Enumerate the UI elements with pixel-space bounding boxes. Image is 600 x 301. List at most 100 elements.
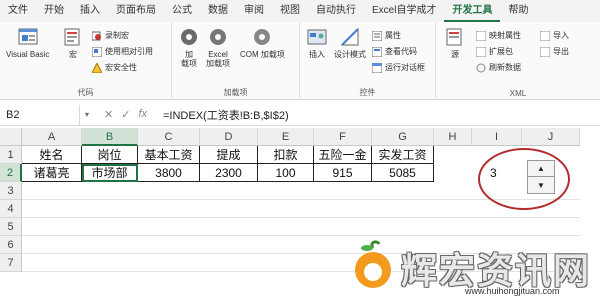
column-header-b[interactable]: B (82, 128, 138, 146)
row-header-7[interactable]: 7 (0, 254, 22, 272)
cell-c2[interactable]: 3800 (138, 164, 200, 182)
view-code-icon (372, 46, 382, 57)
column-header-h[interactable]: H (434, 128, 472, 146)
controls-group-label: 控件 (359, 88, 376, 97)
excel-addins-button[interactable]: Excel 加载项 (206, 26, 230, 68)
cell-a1[interactable]: 姓名 (22, 146, 82, 164)
column-header-e[interactable]: E (258, 128, 314, 146)
column-header-g[interactable]: G (372, 128, 434, 146)
export-button[interactable]: 导出 (540, 46, 569, 57)
import-button[interactable]: 导入 (540, 30, 569, 41)
run-dialog-button[interactable]: 运行对话框 (372, 62, 425, 73)
name-box[interactable]: B2 (0, 104, 80, 125)
macro-button[interactable]: 宏 (62, 26, 84, 59)
cell-e2[interactable]: 100 (258, 164, 314, 182)
cell-c1[interactable]: 基本工资 (138, 146, 200, 164)
com-addins-icon (254, 29, 271, 45)
record-macro-button[interactable]: 录制宏 (92, 30, 129, 41)
orange-logo-icon (355, 240, 391, 288)
cancel-icon[interactable]: ✕ (104, 108, 113, 121)
select-all-corner[interactable] (0, 128, 22, 146)
export-label: 导出 (553, 47, 569, 56)
export-icon (540, 46, 550, 57)
controls-group: 插入 设计模式 属性 查看代码 运行对话框 控件 (300, 22, 436, 100)
design-mode-button[interactable]: 设计模式 (334, 26, 366, 59)
highlight-oval (478, 148, 570, 210)
refresh-icon (476, 63, 486, 72)
view-code-button[interactable]: 查看代码 (372, 46, 417, 57)
column-header-i[interactable]: I (472, 128, 522, 146)
xml-group: 源 映射属性 扩展包 刷新数据 导入 导出 XML (436, 22, 600, 100)
tab-home[interactable]: 开始 (36, 0, 72, 22)
cell-a2[interactable]: 诸葛亮 (22, 164, 82, 182)
insert-control-button[interactable]: 插入 (306, 26, 328, 59)
column-header-f[interactable]: F (314, 128, 372, 146)
map-properties-button[interactable]: 映射属性 (476, 30, 521, 41)
cell-d2[interactable]: 2300 (200, 164, 258, 182)
formula-buttons: ✕ ✓ fx (94, 108, 157, 121)
macro-security-button[interactable]: 宏安全性 (92, 62, 137, 73)
code-group-label: 代码 (77, 88, 94, 97)
addins-group: 加 载项 Excel 加载项 COM 加载项 加载项 (172, 22, 300, 100)
formula-input[interactable]: =INDEX(工资表!B:B,$I$2) (157, 107, 289, 123)
cell-b2[interactable]: 市场部 (82, 164, 138, 182)
cell-f1[interactable]: 五险一金 (314, 146, 372, 164)
insert-control-label: 插入 (309, 50, 325, 59)
tab-insert[interactable]: 插入 (72, 0, 108, 22)
cell-d1[interactable]: 提成 (200, 146, 258, 164)
tab-file[interactable]: 文件 (0, 0, 36, 22)
enter-icon[interactable]: ✓ (121, 108, 130, 121)
source-button[interactable]: 源 (444, 26, 466, 59)
tab-data[interactable]: 数据 (200, 0, 236, 22)
row-header-4[interactable]: 4 (0, 200, 22, 218)
relative-reference-label: 使用相对引用 (105, 47, 153, 56)
addins-label: 加 载项 (181, 50, 197, 68)
expansion-pack-label: 扩展包 (489, 47, 513, 56)
source-label: 源 (451, 50, 459, 59)
expansion-pack-button[interactable]: 扩展包 (476, 46, 513, 57)
addins-button[interactable]: 加 载项 (178, 26, 200, 68)
tab-review[interactable]: 审阅 (236, 0, 272, 22)
watermark-url: www.huihongjituan.com (465, 286, 560, 296)
tab-formulas[interactable]: 公式 (164, 0, 200, 22)
row-header-6[interactable]: 6 (0, 236, 22, 254)
cell-g2[interactable]: 5085 (372, 164, 434, 182)
excel-addins-icon (210, 29, 226, 45)
refresh-data-button[interactable]: 刷新数据 (476, 62, 521, 73)
column-header-j[interactable]: J (522, 128, 580, 146)
cell-b1[interactable]: 岗位 (82, 146, 138, 164)
tab-page-layout[interactable]: 页面布局 (108, 0, 164, 22)
view-code-label: 查看代码 (385, 47, 417, 56)
tab-developer[interactable]: 开发工具 (444, 0, 501, 22)
excel-addins-label: Excel 加载项 (206, 50, 230, 68)
column-header-c[interactable]: C (138, 128, 200, 146)
tab-excel-self-study[interactable]: Excel自学成才 (364, 0, 444, 22)
com-addins-button[interactable]: COM 加载项 (240, 26, 285, 59)
row-header-2[interactable]: 2 (0, 164, 22, 182)
relative-reference-icon (92, 46, 102, 57)
row-header-5[interactable]: 5 (0, 218, 22, 236)
chevron-down-icon[interactable]: ▾ (80, 110, 94, 119)
design-mode-icon (340, 27, 359, 46)
row-header-3[interactable]: 3 (0, 182, 22, 200)
function-icon[interactable]: fx (138, 108, 147, 121)
properties-button[interactable]: 属性 (372, 30, 401, 41)
cell-f2[interactable]: 915 (314, 164, 372, 182)
addins-group-label: 加载项 (223, 88, 248, 97)
expansion-pack-icon (476, 46, 486, 57)
relative-reference-button[interactable]: 使用相对引用 (92, 46, 153, 57)
tab-view[interactable]: 视图 (272, 0, 308, 22)
cell-g1[interactable]: 实发工资 (372, 146, 434, 164)
column-header-d[interactable]: D (200, 128, 258, 146)
macro-icon (64, 28, 80, 46)
row-header-1[interactable]: 1 (0, 146, 22, 164)
run-dialog-icon (372, 62, 382, 73)
column-header-a[interactable]: A (22, 128, 82, 146)
tab-help[interactable]: 帮助 (500, 0, 536, 22)
xml-source-icon (446, 28, 462, 46)
cell-e1[interactable]: 扣款 (258, 146, 314, 164)
warning-icon (92, 62, 102, 73)
ribbon-tabs: 文件 开始 插入 页面布局 公式 数据 审阅 视图 自动执行 Excel自学成才… (0, 0, 600, 22)
tab-automate[interactable]: 自动执行 (308, 0, 364, 22)
visual-basic-button[interactable]: Visual Basic (6, 26, 49, 59)
